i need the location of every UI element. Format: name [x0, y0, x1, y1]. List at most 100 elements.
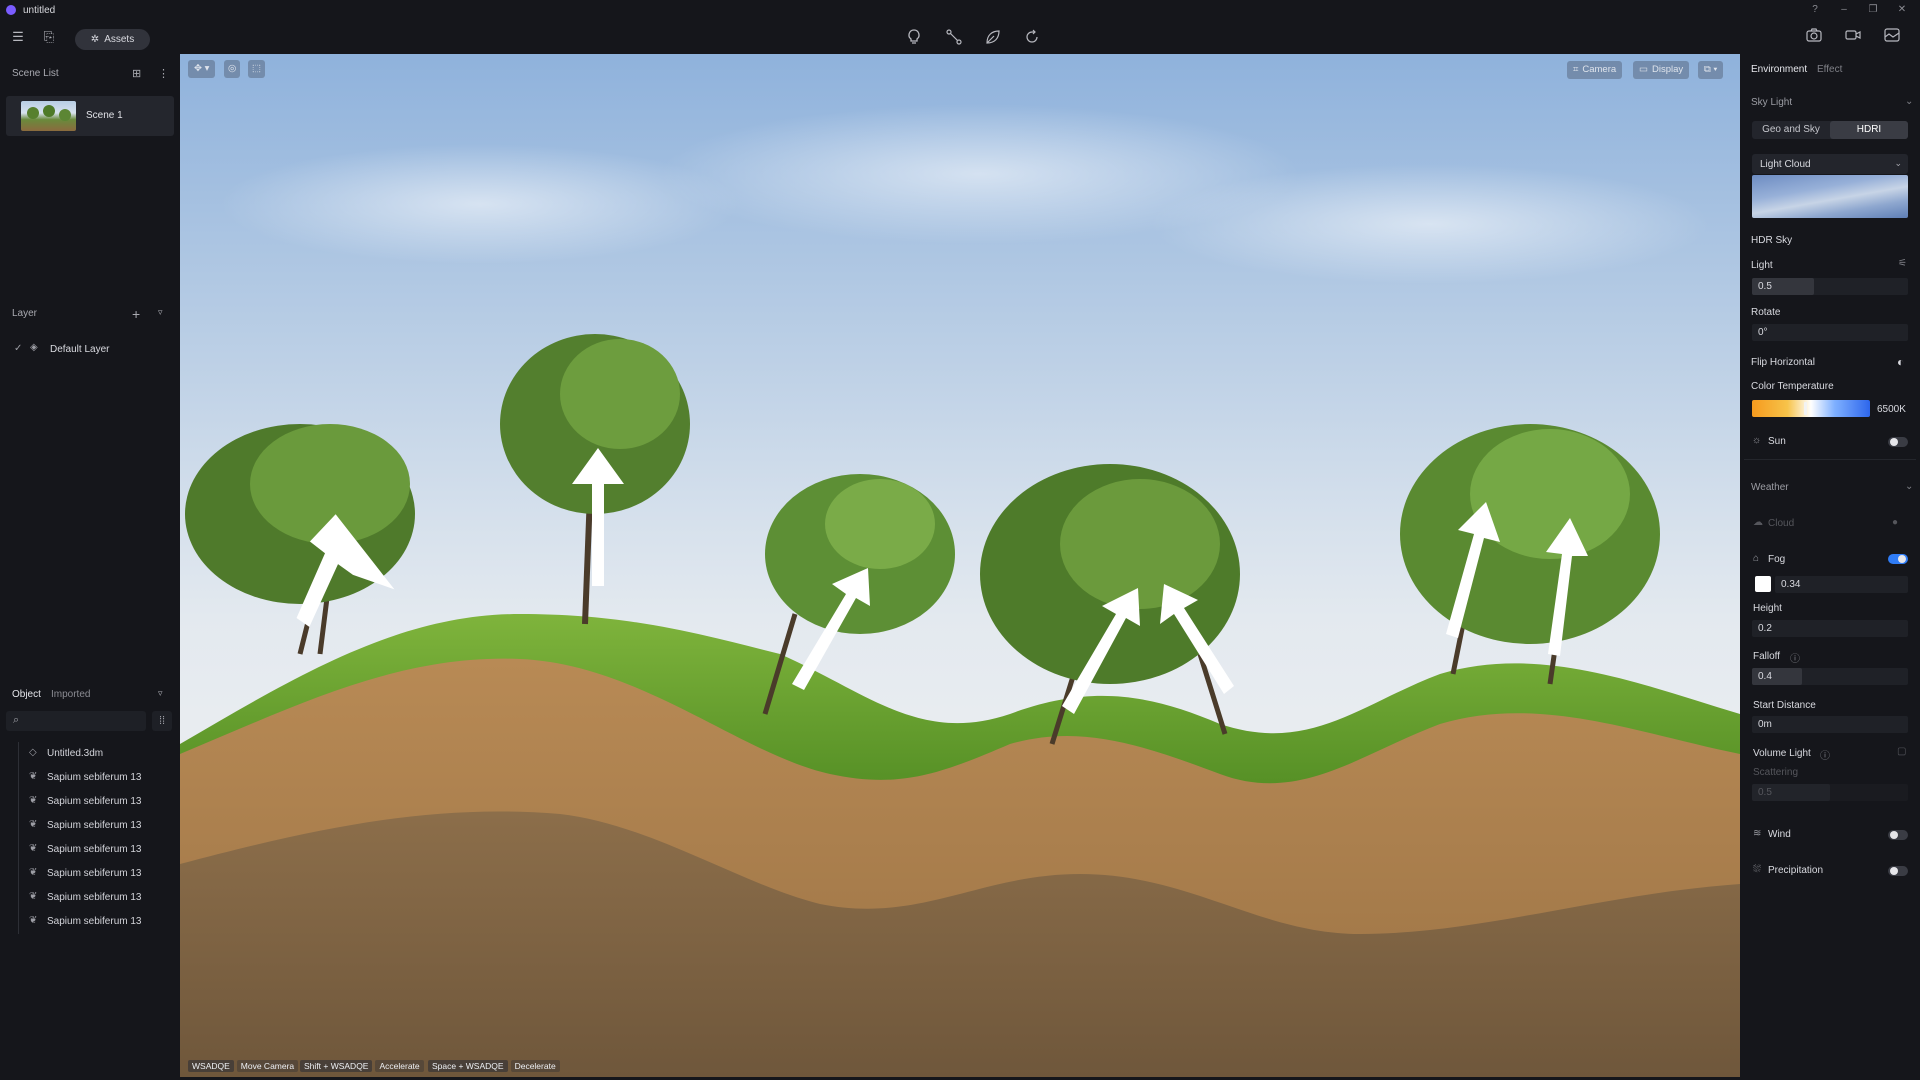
object-filter-icon[interactable]: ▿ — [158, 688, 163, 699]
assets-icon: ✲ — [90, 34, 100, 45]
scene-card[interactable]: Scene 1 — [6, 96, 174, 136]
restore-button[interactable]: ❐ — [1867, 4, 1879, 16]
video-icon[interactable] — [1844, 28, 1862, 46]
view-options-button[interactable]: ⧉ ▾ — [1698, 61, 1724, 79]
path-tool-icon[interactable] — [945, 29, 963, 47]
close-button[interactable]: ✕ — [1896, 4, 1908, 16]
height-value: 0.2 — [1758, 623, 1772, 634]
cloud-icon: ☁ — [1753, 517, 1763, 528]
help-icon[interactable]: ⓘ — [1790, 650, 1800, 665]
scattering-slider[interactable]: 0.5 — [1752, 784, 1908, 801]
collapse-chevron-icon[interactable]: ⌄ — [1905, 481, 1913, 492]
start-distance-input[interactable]: 0m — [1752, 716, 1908, 733]
main-toolbar: ☰ ⎘ ✲ Assets — [0, 20, 1920, 54]
file-import-icon[interactable]: ⎘ — [40, 28, 58, 46]
light-bulb-icon[interactable] — [905, 29, 923, 47]
volume-light-checkbox[interactable]: ▢ — [1897, 746, 1906, 757]
list-item[interactable]: ◇ Untitled.3dm — [19, 742, 178, 766]
refresh-icon[interactable] — [1023, 29, 1041, 47]
menu-icon[interactable]: ☰ — [9, 28, 27, 46]
tab-environment[interactable]: Environment — [1751, 64, 1807, 75]
height-input[interactable]: 0.2 — [1752, 620, 1908, 637]
leaf-icon: ❦ — [29, 795, 38, 806]
tab-imported[interactable]: Imported — [51, 689, 90, 700]
start-distance-label: Start Distance — [1753, 700, 1816, 711]
grid-view-icon[interactable]: ⁞⁞ — [152, 711, 172, 731]
gallery-icon[interactable] — [1883, 28, 1901, 46]
hdri-preview-image[interactable] — [1752, 175, 1908, 218]
help-icon[interactable]: ? — [1809, 4, 1821, 16]
fog-density-value: 0.34 — [1781, 579, 1801, 590]
object-label: Sapium sebiferum 13 — [47, 916, 142, 927]
sky-preset-dropdown[interactable]: Light Cloud ⌄ — [1752, 154, 1908, 174]
globe-icon[interactable]: ◎ — [224, 60, 241, 78]
hint-action: Move Camera — [236, 1060, 299, 1072]
left-panel: Scene List ⊞ ⋮ Scene 1 Layer + ▿ ✓ ◈ Def… — [0, 54, 180, 1080]
camera-icon: ⌗ — [1573, 64, 1579, 75]
list-item[interactable]: ❦ Sapium sebiferum 13 — [19, 862, 178, 886]
geo-and-sky-option[interactable]: Geo and Sky — [1752, 121, 1830, 139]
screenshot-camera-icon[interactable] — [1805, 28, 1823, 46]
start-distance-value: 0m — [1758, 719, 1772, 730]
precipitation-toggle[interactable] — [1888, 866, 1908, 876]
tab-effect[interactable]: Effect — [1817, 64, 1842, 75]
leaf-icon[interactable] — [984, 29, 1002, 47]
layer-filter-icon[interactable]: ▿ — [158, 307, 163, 318]
transform-tool-button[interactable]: ✥ ▾ — [188, 60, 216, 78]
3d-viewport[interactable]: ✥ ▾ ◎ ⬚ ⌗ Camera ▭ Display ⧉ ▾ WSADQE Move … — [180, 54, 1740, 1077]
camera-label: Camera — [1582, 64, 1617, 75]
hdri-option[interactable]: HDRI — [1830, 121, 1908, 139]
hint-action: Accelerate — [375, 1060, 424, 1072]
display-button[interactable]: ▭ Display — [1633, 61, 1690, 79]
fog-toggle[interactable] — [1888, 554, 1908, 564]
more-options-icon[interactable]: ⋮ — [158, 67, 169, 80]
fog-density-input[interactable]: 0.34 — [1775, 576, 1908, 593]
list-item[interactable]: ❦ Sapium sebiferum 13 — [19, 790, 178, 814]
adjust-settings-icon[interactable]: ⚟ — [1898, 258, 1907, 269]
visibility-check-icon[interactable]: ✓ — [14, 343, 22, 354]
slider-handle[interactable] — [1804, 402, 1807, 415]
list-item[interactable]: ❦ Sapium sebiferum 13 — [19, 886, 178, 910]
list-item[interactable]: ❦ Sapium sebiferum 13 — [19, 910, 178, 934]
height-label: Height — [1753, 603, 1782, 614]
list-item[interactable]: ❦ Sapium sebiferum 13 — [19, 814, 178, 838]
rotate-input[interactable]: 0° — [1752, 324, 1908, 341]
flip-horizontal-label: Flip Horizontal — [1751, 357, 1815, 368]
help-icon[interactable]: ⓘ — [1820, 747, 1830, 762]
sun-toggle[interactable] — [1888, 437, 1908, 447]
falloff-label: Falloff — [1753, 651, 1781, 662]
light-slider[interactable]: 0.5 — [1752, 278, 1908, 295]
wind-toggle[interactable] — [1888, 830, 1908, 840]
cloud-status-dot[interactable]: ● — [1892, 517, 1898, 528]
tab-object[interactable]: Object — [12, 689, 41, 700]
app-logo-icon — [6, 5, 16, 15]
list-item[interactable]: ❦ Sapium sebiferum 13 — [19, 838, 178, 862]
sun-label: Sun — [1768, 436, 1786, 447]
precipitation-label: Precipitation — [1768, 865, 1824, 876]
fog-label: Fog — [1768, 554, 1786, 565]
list-item[interactable]: ❦ Sapium sebiferum 13 — [19, 766, 178, 790]
assets-button[interactable]: ✲ Assets — [75, 29, 150, 50]
layer-item[interactable]: ✓ ◈ Default Layer — [12, 341, 172, 359]
sky-light-header[interactable]: Sky Light — [1751, 97, 1792, 108]
sun-icon: ☼ — [1752, 435, 1762, 446]
object-list: ◇ Untitled.3dm ❦ Sapium sebiferum 13 ❦ Sapi… — [18, 742, 178, 934]
add-scene-icon[interactable]: ⊞ — [132, 67, 141, 80]
leaf-icon: ❦ — [29, 867, 38, 878]
right-panel: Environment Effect Sky Light ⌄ Geo and S… — [1740, 54, 1920, 1080]
falloff-slider[interactable]: 0.4 — [1752, 668, 1908, 685]
minimize-button[interactable]: – — [1838, 4, 1850, 16]
collapse-chevron-icon[interactable]: ⌄ — [1905, 96, 1913, 107]
cursor-select-icon[interactable]: ⬚ — [248, 60, 265, 78]
object-search-input[interactable]: ⌕ — [6, 711, 146, 731]
flip-toggle-icon[interactable]: ◐ — [1897, 355, 1904, 369]
camera-button[interactable]: ⌗ Camera — [1567, 61, 1623, 79]
add-layer-icon[interactable]: + — [132, 306, 140, 322]
weather-header[interactable]: Weather — [1751, 482, 1789, 493]
fog-color-swatch[interactable] — [1755, 576, 1771, 592]
section-divider — [1744, 459, 1916, 460]
window-title: untitled — [23, 5, 56, 16]
scene-name: Scene 1 — [86, 110, 123, 121]
assets-label: Assets — [104, 34, 135, 45]
color-temperature-slider[interactable] — [1752, 400, 1870, 417]
